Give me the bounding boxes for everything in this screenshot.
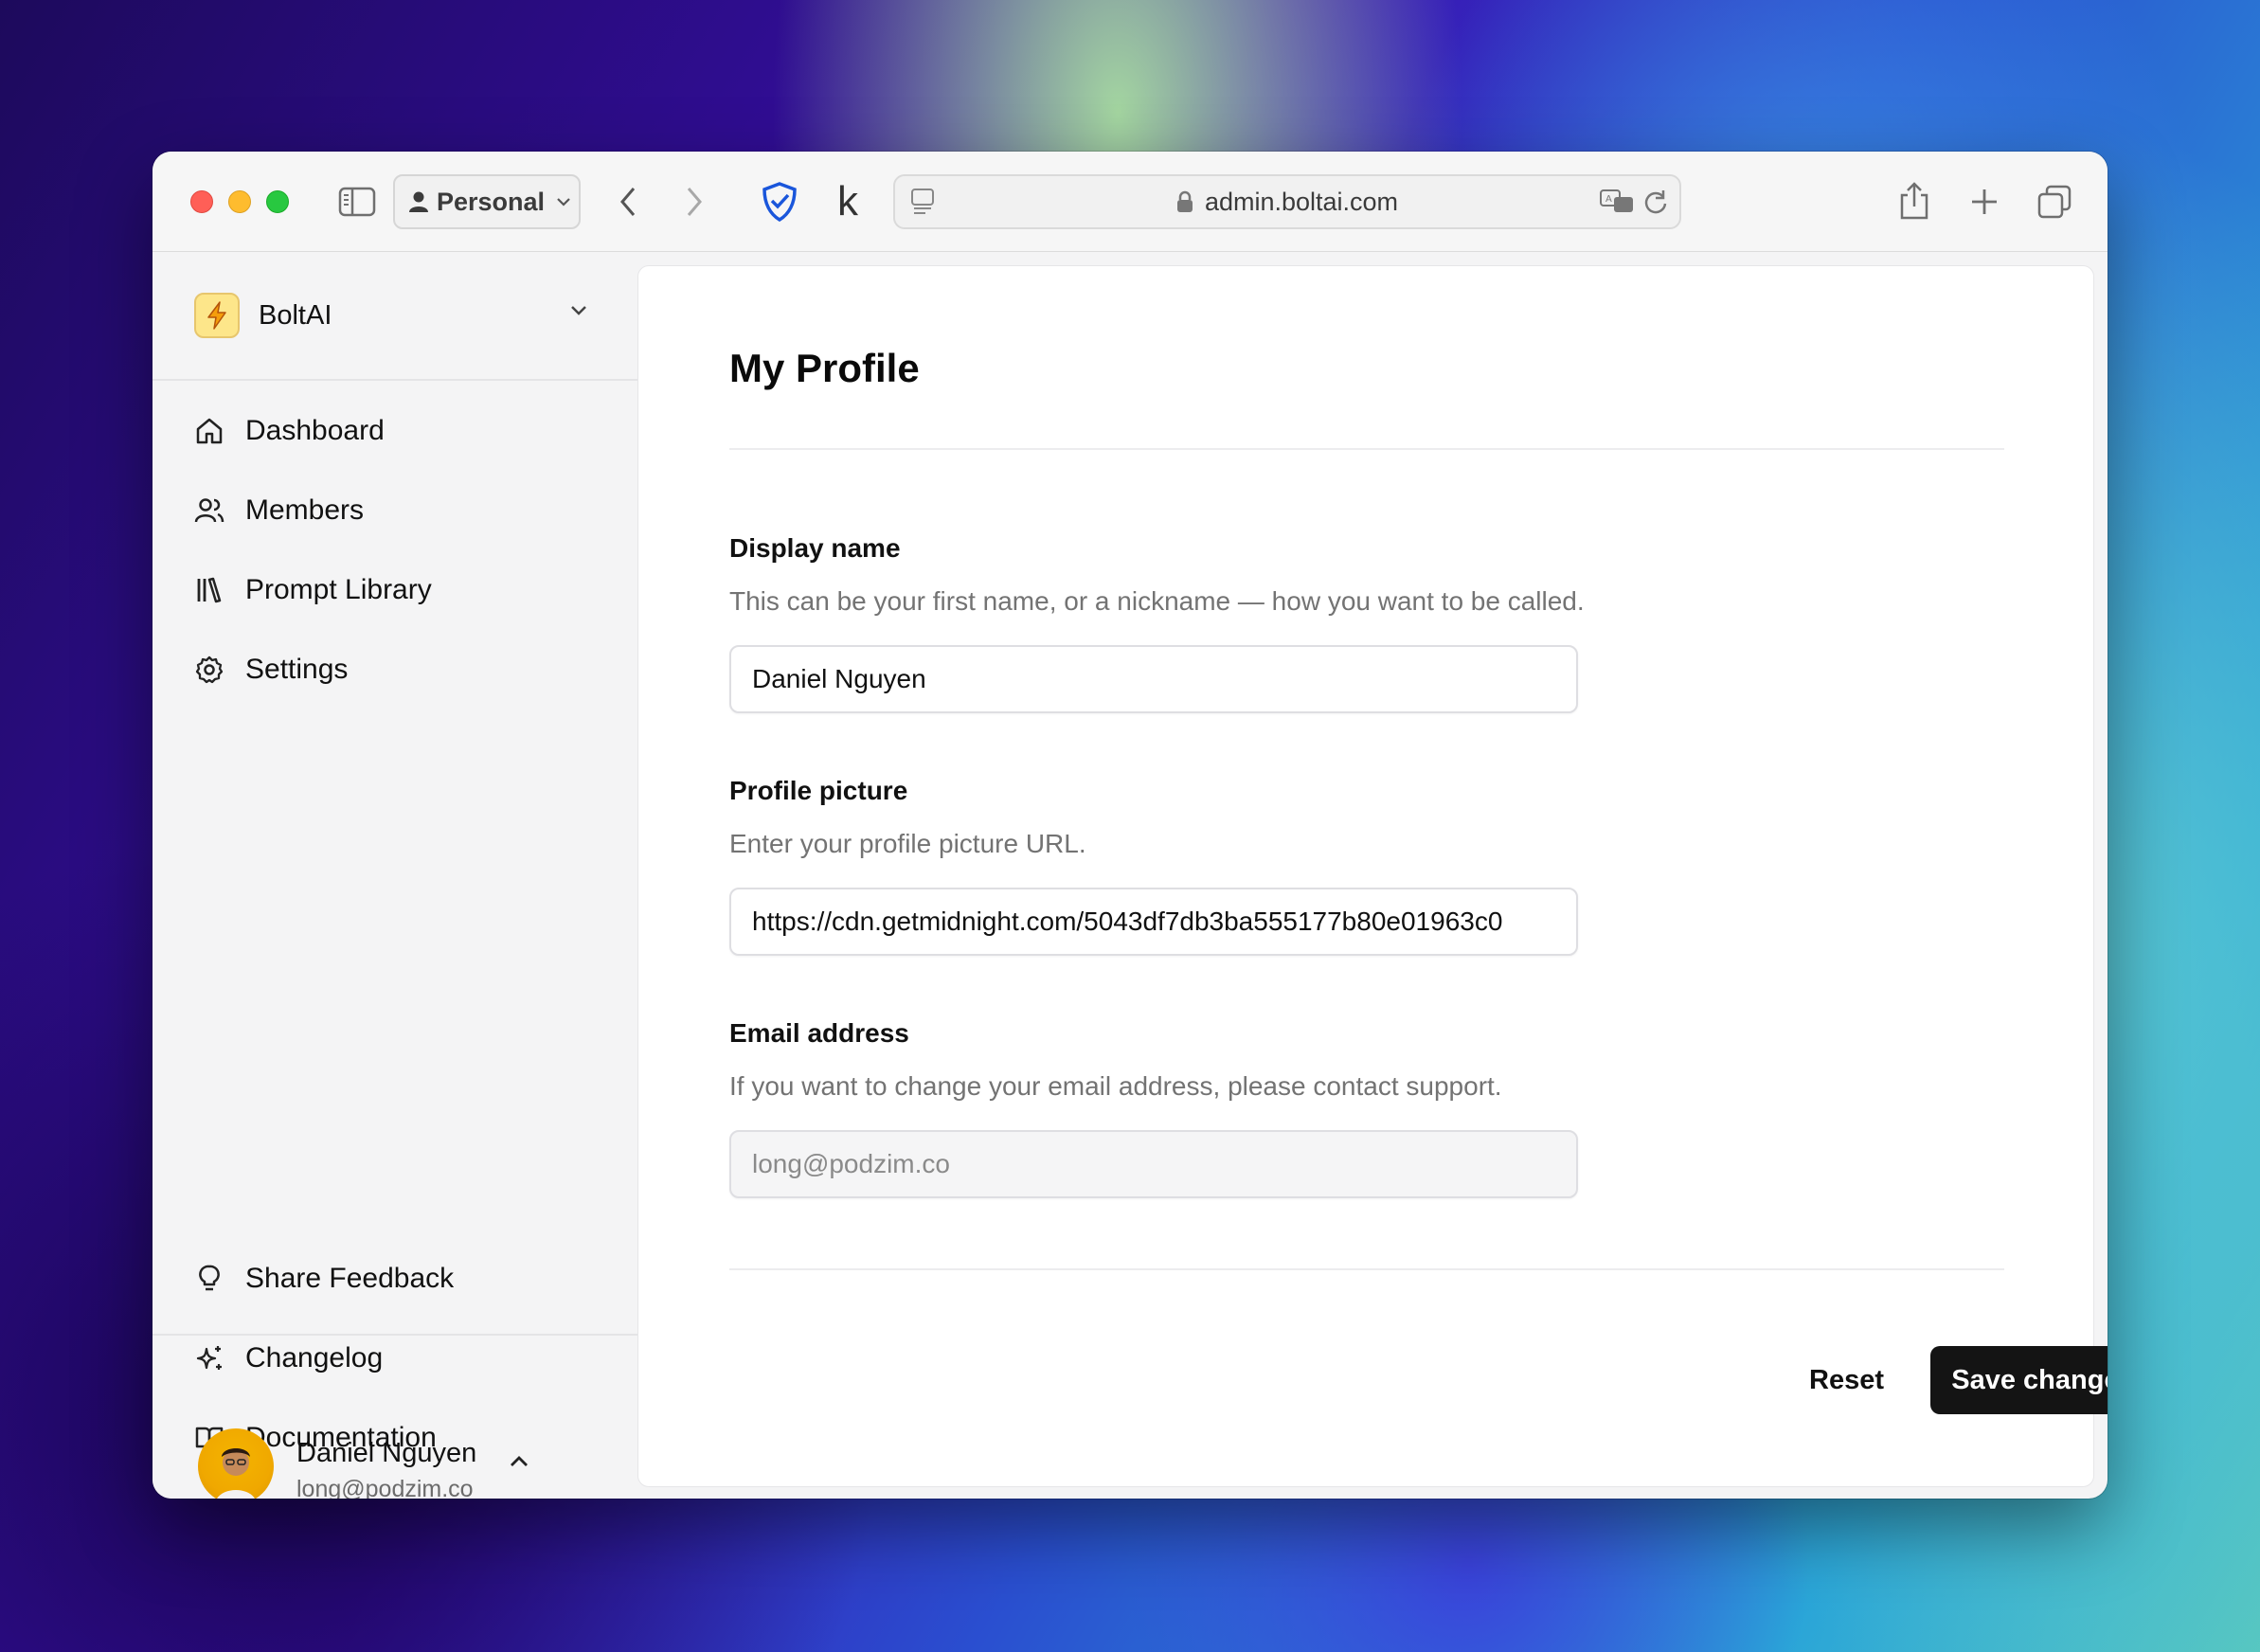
profile-picture-url-input[interactable] — [729, 888, 1578, 956]
sidebar-item-share-feedback[interactable]: Share Feedback — [194, 1254, 601, 1303]
sidebar-item-label: Members — [245, 494, 365, 526]
boltai-logo-icon — [194, 293, 240, 338]
reload-icon[interactable] — [1640, 186, 1672, 218]
profile-panel: My Profile Display name This can be your… — [637, 265, 2108, 1487]
svg-text:A: A — [1605, 194, 1612, 205]
shield-extension-icon[interactable] — [759, 178, 800, 225]
chevron-left-icon — [620, 188, 636, 216]
chevron-down-icon — [557, 198, 570, 206]
translate-icon[interactable]: A — [1598, 186, 1636, 218]
k-extension-icon[interactable]: k — [827, 178, 869, 225]
browser-toolbar: Personal k admin.boltai.com A — [152, 152, 2108, 252]
email-help: If you want to change your email address… — [729, 1071, 1502, 1101]
browser-window: Personal k admin.boltai.com A BoltAI Das… — [152, 152, 2108, 1499]
reset-button[interactable]: Reset — [1786, 1346, 1907, 1414]
address-bar[interactable]: admin.boltai.com A — [893, 174, 1681, 229]
user-email: long@podzim.co — [296, 1476, 474, 1499]
chevron-down-icon — [571, 306, 586, 315]
url-text: admin.boltai.com — [1204, 187, 1399, 216]
sidebar-item-members[interactable]: Members — [194, 486, 601, 535]
sidebar-toggle-icon[interactable] — [336, 184, 378, 220]
sidebar-item-label: Dashboard — [245, 415, 385, 446]
lightbulb-icon — [199, 1265, 220, 1291]
minimize-window-button[interactable] — [228, 190, 251, 213]
sidebar-item-label: Share Feedback — [245, 1263, 455, 1294]
workspace-name: BoltAI — [259, 299, 332, 331]
forward-button[interactable] — [673, 180, 715, 224]
zoom-window-button[interactable] — [266, 190, 289, 213]
profile-switcher[interactable]: Personal — [393, 174, 581, 229]
share-icon[interactable] — [1893, 176, 1935, 225]
new-tab-icon[interactable] — [1964, 180, 2005, 224]
chevron-up-icon[interactable] — [509, 1455, 529, 1468]
email-label: Email address — [729, 1018, 909, 1048]
chevron-right-icon — [687, 188, 702, 216]
profile-picture-help: Enter your profile picture URL. — [729, 829, 1086, 858]
back-button[interactable] — [607, 180, 649, 224]
divider — [729, 1268, 2004, 1270]
profile-picture-label: Profile picture — [729, 776, 908, 805]
display-name-input[interactable] — [729, 645, 1578, 713]
avatar — [198, 1428, 274, 1499]
person-icon — [409, 191, 428, 212]
library-icon — [197, 577, 222, 603]
sidebar-item-label: Settings — [245, 654, 349, 685]
tab-overview-icon[interactable] — [2034, 180, 2075, 224]
profile-label: Personal — [437, 187, 546, 216]
workspace-switcher[interactable]: BoltAI — [152, 252, 637, 381]
user-name: Daniel Nguyen — [296, 1438, 477, 1468]
lock-icon — [1176, 190, 1193, 212]
display-name-help: This can be your first name, or a nickna… — [729, 586, 1585, 616]
sidebar-item-label: Prompt Library — [245, 574, 432, 605]
display-name-label: Display name — [729, 533, 901, 563]
page-title: My Profile — [729, 346, 920, 390]
users-icon — [194, 498, 224, 523]
save-changes-button[interactable]: Save changes — [1930, 1346, 2108, 1414]
sidebar: BoltAI Dashboard Members Prompt Library … — [152, 252, 637, 1499]
email-input — [729, 1130, 1578, 1198]
sidebar-item-dashboard[interactable]: Dashboard — [194, 406, 601, 456]
sidebar-item-settings[interactable]: Settings — [194, 645, 601, 694]
gear-icon — [195, 655, 224, 684]
sidebar-item-prompt-library[interactable]: Prompt Library — [194, 566, 601, 615]
home-icon — [196, 418, 223, 444]
close-window-button[interactable] — [190, 190, 213, 213]
divider — [729, 448, 2004, 450]
